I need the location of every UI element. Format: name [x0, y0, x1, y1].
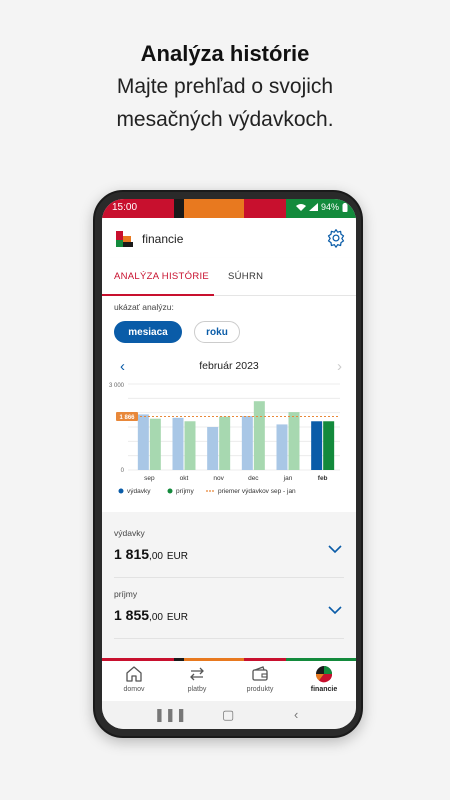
home-icon: [126, 666, 142, 682]
nav-finance[interactable]: financie: [292, 665, 356, 693]
app-bar: financie: [102, 218, 356, 258]
legend-income-marker: [167, 488, 173, 494]
promo-subtitle-line1: Majte prehľad o svojich: [116, 75, 334, 98]
bar-expenses-feb: [311, 421, 323, 470]
system-navigation-bar: ❚❚❚ ▢ ‹: [102, 701, 356, 729]
tab-history-analysis[interactable]: ANALÝZA HISTÓRIE: [114, 271, 209, 282]
transfer-icon: [190, 667, 204, 681]
y-tick-label: 0: [121, 468, 125, 474]
nav-home-label: domov: [123, 686, 145, 693]
bar-income-nov: [219, 416, 231, 470]
summary-income-amount: 1 855,00 EUR: [114, 607, 188, 623]
legend-income-label: príjmy: [176, 488, 194, 495]
nav-payments[interactable]: platby: [165, 665, 229, 693]
average-value-label: 1 866: [119, 415, 135, 421]
period-selector: február 2023 ‹ ›: [102, 356, 356, 376]
bottom-navigation: domov platby produkty financie: [102, 661, 356, 701]
app-title: financie: [142, 232, 184, 246]
summary-row-expenses[interactable]: výdavky 1 815,00 EUR: [114, 528, 344, 578]
y-tick-label: 3 000: [109, 383, 125, 389]
back-icon[interactable]: ‹: [294, 707, 298, 722]
bar-expenses-jan: [276, 424, 288, 470]
x-tick-label-jan: jan: [283, 475, 293, 482]
bar-income-okt: [184, 421, 196, 470]
wifi-icon: [295, 204, 306, 211]
next-period-chevron-icon[interactable]: ›: [337, 358, 342, 375]
status-time: 15:00: [112, 202, 138, 213]
summary-income-label: príjmy: [114, 589, 138, 599]
promo-header: Analýza histórie Majte prehľad o svojich…: [0, 38, 450, 136]
x-tick-label-nov: nov: [213, 475, 224, 482]
legend-expenses-marker: [118, 488, 124, 494]
phone-frame: 15:00 94% financie ANALÝZA HISTÓRIE SÚHR…: [93, 190, 363, 738]
previous-period-chevron-icon[interactable]: ‹: [120, 358, 125, 375]
bar-income-jan: [288, 412, 300, 470]
analysis-card: ukázať analýzu: mesiaca roku február 202…: [102, 296, 356, 512]
settings-gear-icon[interactable]: [326, 228, 346, 248]
x-tick-label-sep: sep: [144, 475, 155, 482]
legend-average-label: priemer výdavkov sep - jan: [218, 488, 296, 495]
tab-summary[interactable]: SÚHRN: [228, 271, 263, 282]
nav-products[interactable]: produkty: [228, 665, 292, 693]
recent-apps-icon[interactable]: ❚❚❚: [154, 707, 187, 723]
home-button-icon[interactable]: ▢: [222, 707, 234, 723]
history-bar-chart: 3 000 0 sep okt nov dec jan feb 1 866 výdavky príj…: [109, 383, 340, 495]
chevron-down-icon[interactable]: [328, 605, 342, 615]
x-tick-label-okt: okt: [180, 475, 189, 482]
phone-screen: 15:00 94% financie ANALÝZA HISTÓRIE SÚHR…: [102, 199, 356, 729]
promo-subtitle-line2: mesačných výdavkoch.: [116, 108, 334, 131]
bar-expenses-nov: [207, 427, 219, 470]
main-content[interactable]: ukázať analýzu: mesiaca roku február 202…: [102, 296, 356, 658]
battery-icon: [342, 202, 348, 212]
bank-logo-icon: [116, 231, 133, 247]
status-bar: 15:00 94%: [102, 199, 356, 218]
battery-level: 94%: [320, 202, 339, 212]
legend-expenses-label: výdavky: [127, 488, 151, 495]
wallet-icon: [252, 666, 268, 681]
summary-row-income[interactable]: príjmy 1 855,00 EUR: [114, 589, 344, 639]
pie-chart-icon: [315, 666, 333, 683]
bar-income-sep: [149, 418, 161, 470]
nav-home[interactable]: domov: [102, 665, 166, 693]
nav-products-label: produkty: [246, 686, 274, 693]
bar-income-dec: [253, 401, 265, 470]
x-tick-label-feb: feb: [318, 475, 328, 482]
nav-payments-label: platby: [187, 686, 207, 693]
analysis-filter-label: ukázať analýzu:: [114, 302, 174, 312]
bar-income-feb: [323, 421, 335, 470]
x-tick-label-dec: dec: [248, 475, 259, 482]
tab-bar: ANALÝZA HISTÓRIE SÚHRN: [102, 258, 356, 296]
period-label: február 2023: [199, 360, 259, 372]
chevron-down-icon[interactable]: [328, 544, 342, 554]
bar-expenses-sep: [137, 414, 149, 470]
bar-expenses-dec: [241, 416, 253, 470]
filter-year-button[interactable]: roku: [194, 321, 240, 343]
bar-expenses-okt: [172, 417, 184, 470]
summary-expenses-amount: 1 815,00 EUR: [114, 546, 188, 562]
filter-month-button[interactable]: mesiaca: [114, 321, 182, 343]
summary-expenses-label: výdavky: [114, 528, 145, 538]
signal-icon: [308, 203, 318, 211]
nav-finance-label: financie: [310, 686, 338, 693]
promo-title: Analýza histórie: [140, 41, 310, 66]
status-icons: 94%: [295, 202, 348, 212]
